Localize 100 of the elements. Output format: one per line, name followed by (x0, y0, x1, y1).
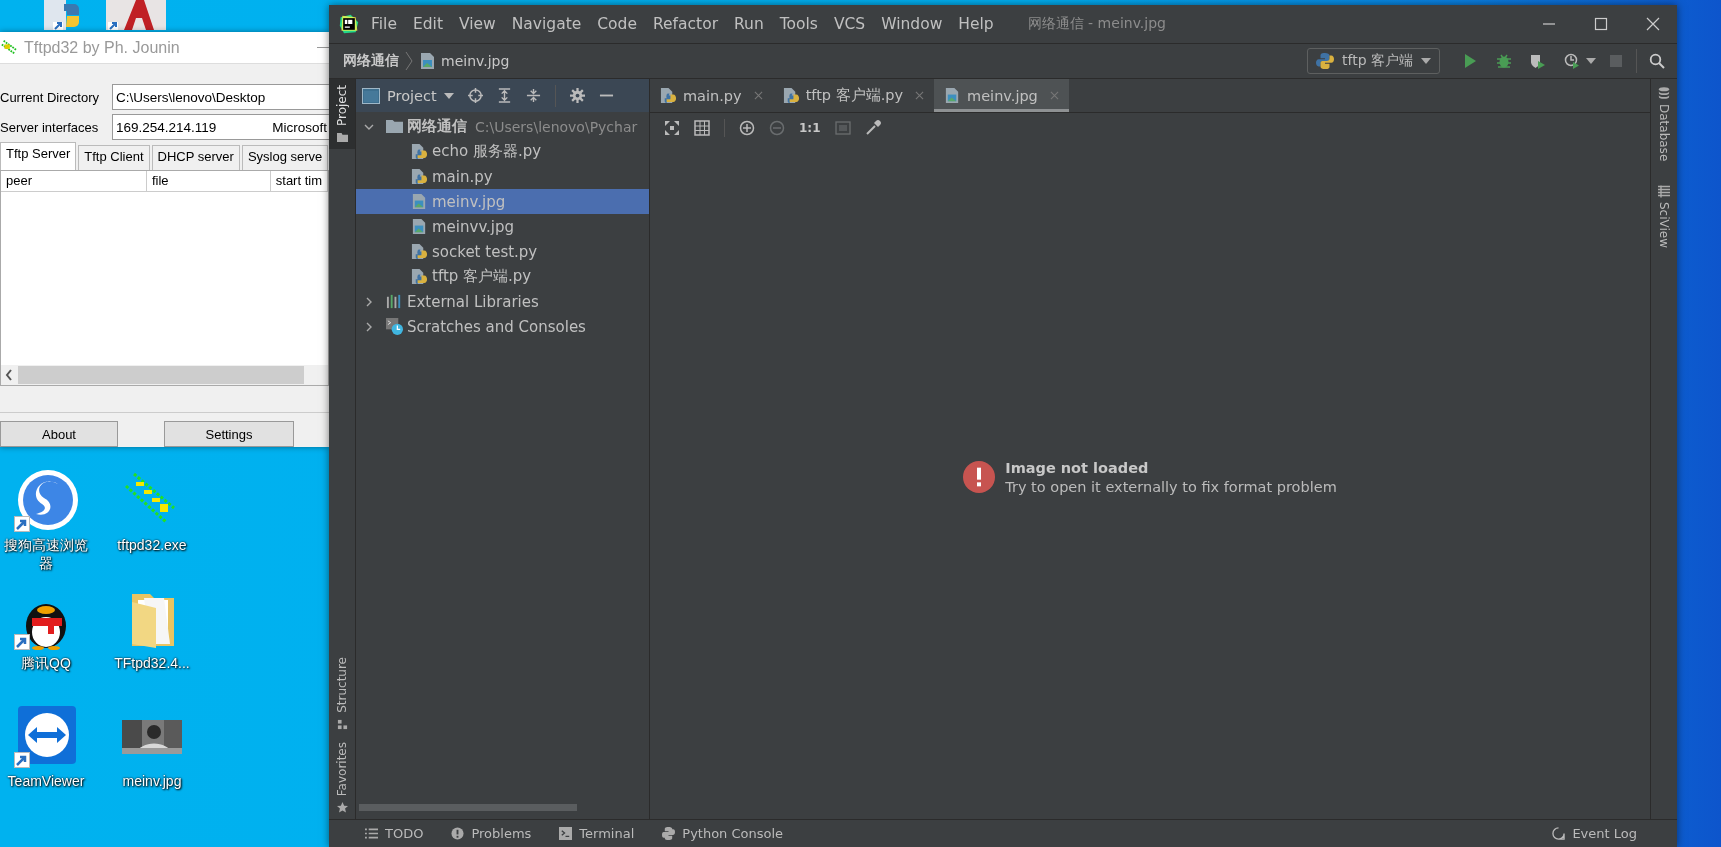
image-file-icon (411, 218, 428, 235)
field-label: Current Directory (0, 89, 100, 105)
menu-item[interactable]: VCS (833, 15, 866, 33)
python-file-icon (411, 168, 428, 185)
tree-item[interactable]: echo 服务器.py (356, 139, 649, 164)
menu-item[interactable]: Tools (779, 15, 818, 33)
zoom-out-icon (769, 120, 785, 136)
breadcrumb-item[interactable]: meinv.jpg (441, 53, 510, 69)
list-icon (365, 827, 378, 840)
menu-item[interactable]: Refactor (653, 15, 718, 33)
maximize-icon[interactable] (1593, 16, 1609, 32)
column-header[interactable]: peer (1, 171, 147, 191)
tree-item[interactable]: Scratches and Consoles (356, 314, 649, 339)
dialog-button[interactable]: About (0, 421, 118, 447)
menu-item[interactable]: Navigate (511, 15, 582, 33)
tool-window-button[interactable]: Favorites (329, 735, 355, 819)
window-title: Tftpd32 by Ph. Jounin (24, 38, 181, 57)
panel-icon (362, 87, 380, 104)
fit-icon[interactable] (664, 120, 680, 136)
image-file-icon (419, 52, 435, 70)
coverage-icon[interactable] (1530, 53, 1546, 69)
color-picker-icon[interactable] (864, 120, 881, 136)
editor-tab[interactable]: meinv.jpg (934, 79, 1069, 112)
zoom-in-icon[interactable] (739, 120, 755, 136)
message-text: Try to open it externally to fix format problem (1005, 478, 1337, 495)
tab[interactable]: Tftp Client (78, 145, 150, 170)
run-icon[interactable] (1462, 53, 1478, 69)
warning-icon (451, 827, 465, 840)
bug-icon[interactable] (1496, 53, 1512, 69)
column-header[interactable]: start tim (270, 171, 328, 191)
menu-item[interactable]: Edit (412, 15, 443, 33)
tree-item[interactable]: main.py (356, 164, 649, 189)
menu-item[interactable]: Code (597, 15, 637, 33)
run-configuration-dropdown[interactable]: tftp 客户端 (1307, 48, 1440, 74)
text-field[interactable]: C:\Users\lenovo\Desktop (112, 84, 329, 110)
structure-icon (336, 718, 348, 730)
tree-item[interactable]: External Libraries (356, 289, 649, 314)
scroll-left-icon[interactable] (4, 368, 14, 382)
table-icon (1658, 185, 1670, 199)
tool-window-button[interactable]: Terminal (559, 826, 635, 841)
expand-all-icon[interactable] (496, 88, 512, 103)
tool-window-button[interactable]: TODO (365, 826, 424, 841)
tool-window-button[interactable]: Database (1657, 87, 1671, 162)
editor-tab[interactable]: main.py (650, 79, 773, 112)
project-view-dropdown[interactable]: Project (362, 87, 454, 104)
library-icon (386, 293, 403, 310)
frame-icon (834, 120, 851, 136)
dialog-button[interactable]: Settings (164, 421, 294, 447)
menu-item[interactable]: File (371, 15, 397, 33)
python-file-icon (782, 87, 800, 104)
caret-icon (443, 92, 454, 99)
chevron-icon[interactable] (364, 296, 374, 307)
tab[interactable]: DHCP server (151, 145, 240, 170)
app-icon[interactable] (106, 0, 166, 30)
menu-item[interactable]: Run (734, 15, 764, 33)
python-file-icon (660, 87, 677, 104)
menu-item[interactable]: View (458, 15, 496, 33)
grid-icon[interactable] (694, 120, 710, 136)
search-icon[interactable] (1649, 53, 1665, 69)
tool-window-button[interactable]: Structure (329, 650, 355, 736)
tool-window-button[interactable]: SciView (1657, 185, 1671, 249)
field-label: Server interfaces (0, 119, 100, 135)
settings-icon[interactable] (569, 88, 585, 103)
tab[interactable]: Tftp Server (0, 142, 77, 170)
event-log-button[interactable]: Event Log (1552, 826, 1637, 841)
tree-item[interactable]: socket test.py (356, 239, 649, 264)
locate-icon[interactable] (467, 88, 483, 103)
profiler-icon[interactable] (1564, 53, 1580, 69)
tree-item[interactable]: tftp 客户端.py (356, 264, 649, 289)
tree-item[interactable]: meinvv.jpg (356, 214, 649, 239)
collapse-all-icon[interactable] (525, 88, 541, 103)
folder-icon (386, 118, 403, 135)
tool-window-button[interactable]: Python Console (662, 826, 784, 841)
message-title: Image not loaded (1005, 459, 1150, 476)
close-icon[interactable] (1645, 16, 1661, 32)
breadcrumb-item[interactable]: 网络通信 (343, 52, 399, 70)
python-file-icon (411, 243, 428, 260)
tab[interactable]: Syslog serve (241, 145, 329, 170)
menu-item[interactable]: Window (881, 15, 943, 33)
chevron-icon (405, 51, 413, 71)
menu-item[interactable]: Help (958, 15, 994, 33)
chevron-icon[interactable] (364, 321, 374, 332)
console-clock-icon (386, 318, 403, 335)
column-header[interactable]: file (146, 171, 271, 191)
app-icon (0, 38, 18, 57)
folder-icon (336, 132, 348, 144)
python-icon (662, 827, 676, 840)
horizontal-scrollbar[interactable] (1, 365, 328, 385)
text-field[interactable]: 169.254.214.119 Microsoft (112, 114, 329, 140)
caret-icon[interactable] (1586, 58, 1596, 64)
horizontal-scrollbar[interactable] (359, 804, 577, 811)
tree-item[interactable]: 网络通信 C:\Users\lenovo\Pychar (356, 114, 649, 139)
tool-window-button[interactable]: Problems (451, 826, 532, 841)
tool-window-button[interactable]: Project (329, 79, 355, 150)
terminal-icon (559, 827, 573, 840)
caret-icon (1421, 58, 1431, 64)
star-icon (336, 802, 348, 813)
database-icon (1658, 87, 1670, 100)
editor-tab[interactable]: tftp 客户端.py (772, 79, 935, 112)
actual-size-button[interactable]: 1:1 (799, 121, 821, 135)
